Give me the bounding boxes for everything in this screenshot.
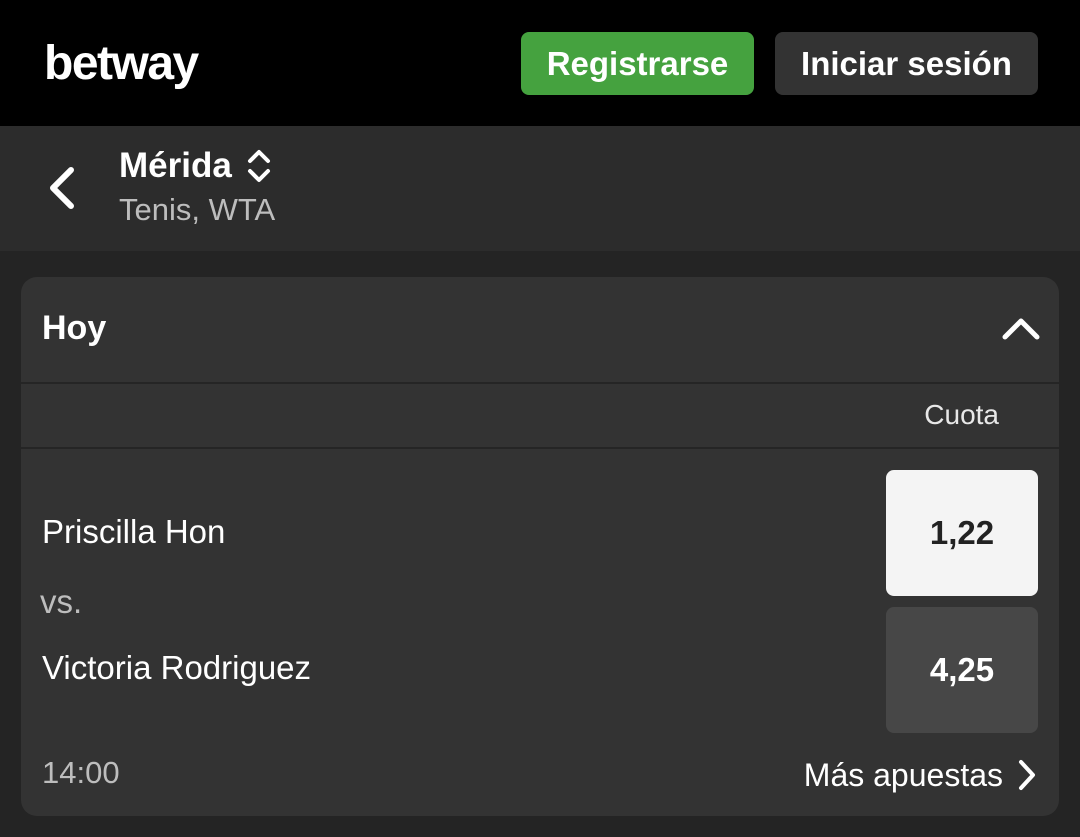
top-header: betway Registrarse Iniciar sesión: [0, 0, 1080, 126]
page: betway Registrarse Iniciar sesión Mérida…: [0, 0, 1080, 837]
more-bets-link[interactable]: Más apuestas: [804, 753, 1037, 797]
versus-label: vs.: [40, 583, 83, 620]
odds-column-header: Cuota: [924, 399, 999, 430]
match-card: Hoy Cuota Priscilla Hon vs. Victoria Rod…: [21, 277, 1059, 816]
event-title: Mérida: [119, 146, 232, 185]
section-title: Hoy: [42, 309, 107, 347]
section-header[interactable]: Hoy: [21, 277, 1059, 382]
player-two-name[interactable]: Victoria Rodriguez: [42, 649, 311, 687]
divider: [21, 382, 1059, 384]
event-subtitle: Tenis, WTA: [119, 192, 276, 227]
chevron-up-icon[interactable]: [1001, 313, 1041, 343]
odds-player-two-button[interactable]: 4,25: [886, 607, 1038, 733]
event-nav-bar: Mérida Tenis, WTA: [0, 126, 1080, 251]
odds-player-one-button[interactable]: 1,22: [886, 470, 1038, 596]
back-button[interactable]: [34, 156, 90, 220]
chevron-left-icon: [50, 167, 74, 209]
sort-updown-icon: [247, 150, 270, 182]
event-switcher[interactable]: Mérida: [119, 144, 272, 188]
login-button[interactable]: Iniciar sesión: [775, 32, 1038, 95]
match-time: 14:00: [42, 755, 120, 790]
register-button[interactable]: Registrarse: [521, 32, 754, 95]
player-one-name[interactable]: Priscilla Hon: [42, 513, 225, 551]
betway-logo[interactable]: betway: [44, 34, 199, 94]
divider: [21, 447, 1059, 449]
chevron-right-icon: [1019, 760, 1035, 790]
more-bets-label: Más apuestas: [803, 756, 1003, 793]
